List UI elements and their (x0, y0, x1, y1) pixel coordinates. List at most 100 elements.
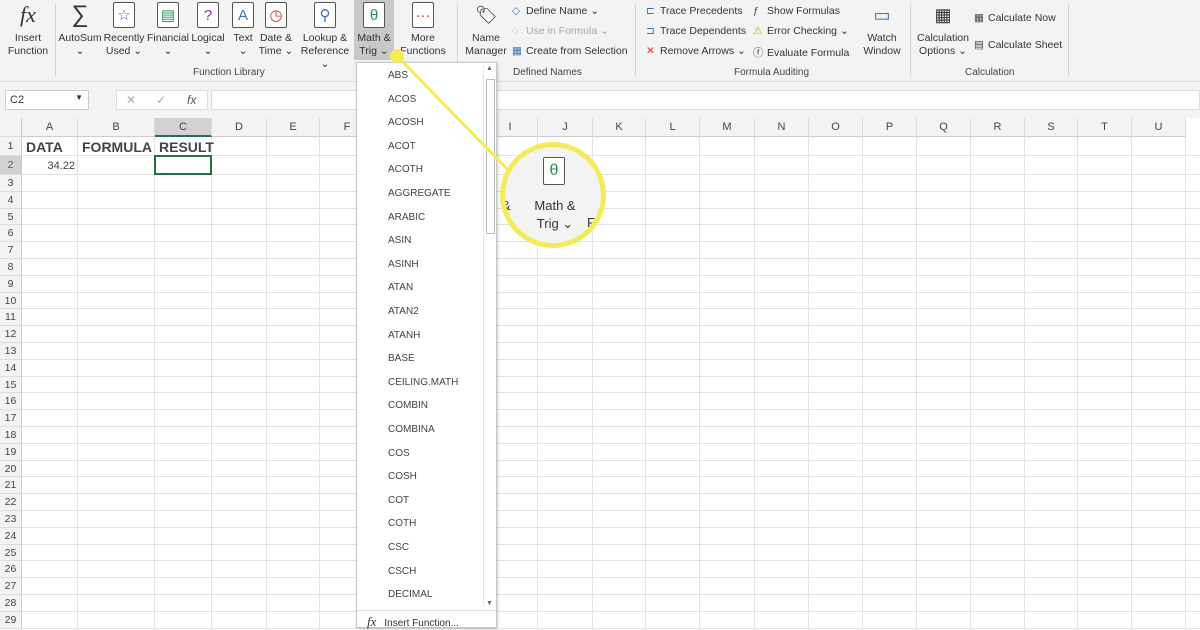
row-header-14[interactable]: 14 (0, 359, 22, 377)
row-header-22[interactable]: 22 (0, 494, 22, 511)
row-header-1[interactable]: 1 (0, 137, 22, 156)
define-name-button[interactable]: ◇ Define Name ⌄ (512, 5, 599, 17)
row-header-3[interactable]: 3 (0, 175, 22, 192)
error-checking-button[interactable]: ⚠ Error Checking ⌄ (753, 25, 849, 37)
function-button-math[interactable]: θ Math & Trig ⌄ (354, 0, 394, 60)
function-button-autosum[interactable]: ∑ AutoSum ⌄ (58, 2, 102, 58)
menu-item-decimal[interactable]: DECIMAL (388, 589, 432, 600)
row-header-29[interactable]: 29 (0, 611, 22, 629)
calculation-options-button[interactable]: ▦ Calculation Options ⌄ (915, 2, 971, 58)
row-header-12[interactable]: 12 (0, 326, 22, 343)
function-button-text[interactable]: A Text ⌄ (230, 2, 256, 58)
row-header-11[interactable]: 11 (0, 309, 22, 327)
menu-item-combin[interactable]: COMBIN (388, 400, 428, 411)
row-header-8[interactable]: 8 (0, 259, 22, 276)
row-header-9[interactable]: 9 (0, 275, 22, 293)
column-header-O[interactable]: O (809, 118, 863, 137)
scroll-up-icon[interactable]: ▲ (486, 65, 493, 72)
row-header-17[interactable]: 17 (0, 410, 22, 427)
menu-item-atan2[interactable]: ATAN2 (388, 306, 419, 317)
trace-dependents-button[interactable]: ⊐ Trace Dependents (646, 25, 746, 37)
row-header-13[interactable]: 13 (0, 343, 22, 360)
scrollbar-thumb[interactable] (486, 79, 495, 234)
menu-item-asin[interactable]: ASIN (388, 235, 411, 246)
column-header-T[interactable]: T (1078, 118, 1132, 137)
scroll-down-icon[interactable]: ▼ (486, 600, 493, 607)
column-header-S[interactable]: S (1025, 118, 1078, 137)
menu-item-csc[interactable]: CSC (388, 542, 409, 553)
column-header-N[interactable]: N (755, 118, 809, 137)
scrollbar[interactable]: ▲ ▼ (483, 65, 496, 607)
select-all-corner[interactable] (0, 118, 22, 137)
column-header-U[interactable]: U (1132, 118, 1186, 137)
menu-item-combina[interactable]: COMBINA (388, 424, 435, 435)
column-header-D[interactable]: D (212, 118, 267, 137)
cell-C1[interactable]: RESULT (159, 138, 214, 156)
create-from-selection-button[interactable]: ▦ Create from Selection (512, 45, 628, 57)
calculate-sheet-button[interactable]: ▤ Calculate Sheet (974, 39, 1062, 51)
row-header-10[interactable]: 10 (0, 292, 22, 310)
menu-item-aggregate[interactable]: AGGREGATE (388, 188, 451, 199)
column-header-A[interactable]: A (22, 118, 78, 137)
cell-A1[interactable]: DATA (26, 138, 63, 156)
row-header-24[interactable]: 24 (0, 527, 22, 545)
watch-window-button[interactable]: ▭ Watch Window (862, 2, 902, 58)
column-header-E[interactable]: E (267, 118, 320, 137)
evaluate-formula-button[interactable]: ⓕ Evaluate Formula (753, 45, 849, 60)
row-header-19[interactable]: 19 (0, 443, 22, 461)
trace-precedents-button[interactable]: ⊏ Trace Precedents (646, 5, 742, 17)
menu-item-acos[interactable]: ACOS (388, 94, 416, 105)
row-header-7[interactable]: 7 (0, 242, 22, 259)
row-header-20[interactable]: 20 (0, 460, 22, 478)
function-button-logical[interactable]: ? Logical ⌄ (190, 2, 226, 58)
menu-item-acot[interactable]: ACOT (388, 141, 416, 152)
function-button-more[interactable]: ···MoreFunctions ⌄ (400, 2, 446, 71)
function-button-insert[interactable]: fx Insert Function (2, 2, 54, 58)
menu-item-base[interactable]: BASE (388, 353, 415, 364)
column-header-P[interactable]: P (863, 118, 917, 137)
menu-item-asinh[interactable]: ASINH (388, 259, 419, 270)
column-header-C[interactable]: C (155, 118, 212, 137)
menu-item-ceiling-math[interactable]: CEILING.MATH (388, 377, 458, 388)
function-button-financial[interactable]: ▤ Financial ⌄ (146, 2, 190, 58)
column-header-R[interactable]: R (971, 118, 1025, 137)
column-header-L[interactable]: L (646, 118, 700, 137)
menu-item-acosh[interactable]: ACOSH (388, 117, 424, 128)
column-header-M[interactable]: M (700, 118, 755, 137)
menu-item-atan[interactable]: ATAN (388, 282, 413, 293)
menu-item-cot[interactable]: COT (388, 495, 409, 506)
selected-cell-C2[interactable] (154, 155, 212, 175)
show-formulas-button[interactable]: ƒ Show Formulas (753, 5, 840, 17)
menu-item-acoth[interactable]: ACOTH (388, 164, 423, 175)
function-button-date[interactable]: ◷ Date & Time ⌄ (258, 2, 294, 58)
name-manager-button[interactable]: 🏷 Name Manager (462, 2, 510, 58)
enter-icon[interactable]: ✓ (156, 93, 166, 107)
row-header-23[interactable]: 23 (0, 511, 22, 528)
function-button-recently[interactable]: ☆ Recently Used ⌄ (103, 2, 145, 58)
row-header-28[interactable]: 28 (0, 595, 22, 612)
remove-arrows-button[interactable]: ✕ Remove Arrows ⌄ (646, 45, 746, 57)
row-header-27[interactable]: 27 (0, 578, 22, 595)
row-header-2[interactable]: 2 (0, 156, 22, 175)
row-header-5[interactable]: 5 (0, 208, 22, 226)
column-header-K[interactable]: K (593, 118, 646, 137)
row-header-25[interactable]: 25 (0, 544, 22, 562)
name-box[interactable]: C2 ▼ (5, 90, 89, 110)
row-header-16[interactable]: 16 (0, 393, 22, 411)
menu-item-csch[interactable]: CSCH (388, 566, 416, 577)
row-header-4[interactable]: 4 (0, 191, 22, 209)
cell-B1[interactable]: FORMULA (82, 138, 152, 156)
row-header-18[interactable]: 18 (0, 427, 22, 444)
calculate-now-button[interactable]: ▦ Calculate Now (974, 12, 1056, 24)
column-header-B[interactable]: B (78, 118, 155, 137)
menu-item-cos[interactable]: COS (388, 448, 410, 459)
row-header-6[interactable]: 6 (0, 225, 22, 243)
menu-item-coth[interactable]: COTH (388, 518, 416, 529)
column-header-Q[interactable]: Q (917, 118, 971, 137)
row-header-21[interactable]: 21 (0, 477, 22, 495)
cell-A2[interactable]: 34.22 (22, 157, 75, 175)
menu-item-abs[interactable]: ABS (388, 70, 408, 81)
insert-function-icon[interactable]: fx (187, 93, 196, 107)
menu-item-cosh[interactable]: COSH (388, 471, 417, 482)
column-header-J[interactable]: J (538, 118, 593, 137)
